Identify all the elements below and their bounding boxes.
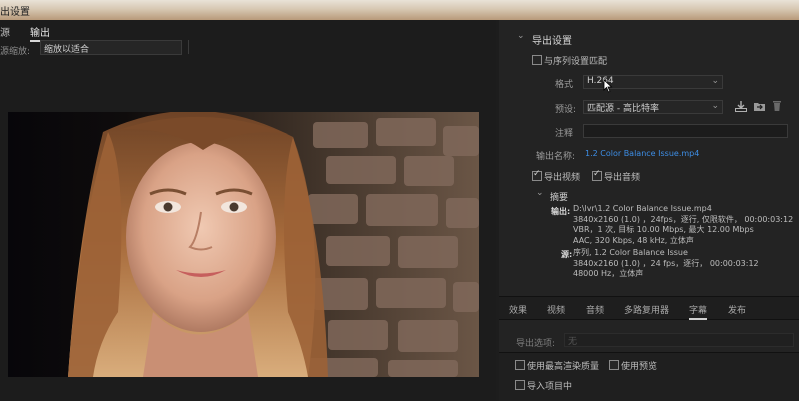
tab-publish[interactable]: 发布 [728,303,746,316]
settings-tabs-bar: 效果 视频 音频 多路复用器 字幕 发布 [499,296,799,320]
tab-source[interactable]: 源 [0,24,10,39]
format-label: 格式 [555,80,574,90]
summary-source-line: 3840x2160 (1.0) ，24 fps，逐行， 00:00:03:12 [573,258,759,268]
preset-value: 匹配源 - 高比特率 [587,104,659,114]
summary-title: 摘要 [550,193,569,203]
tab-effects[interactable]: 效果 [509,303,527,316]
summary-chevron-icon[interactable]: ⌄ [536,188,544,198]
preview-frame-image [8,112,479,377]
chevron-down-icon: ⌄ [44,42,52,52]
source-scaling-label: 源缩放: [0,47,31,57]
summary-source-line: 48000 Hz，立体声 [573,269,644,278]
summary-output-line: AAC, 320 Kbps, 48 kHz, 立体声 [573,235,694,245]
summary-output-line: VBR，1 次, 目标 10.00 Mbps, 最大 12.00 Mbps [573,225,754,234]
import-into-project-label: 导入项目中 [527,382,573,392]
summary-output-block: D:\lvr\1.2 Color Balance Issue.mp4 3840x… [573,204,793,246]
source-scaling-dropdown[interactable]: 缩放以适合 ⌄ [40,40,182,55]
comment-input[interactable] [583,124,788,138]
output-name-label: 输出名称: [536,152,576,162]
chevron-down-icon: ⌄ [711,101,719,111]
export-options-value: 无 [568,337,578,347]
export-options-dropdown[interactable]: 无 [564,333,794,347]
preset-dropdown[interactable]: 匹配源 - 高比特率 ⌄ [583,100,723,114]
left-panel: 源 输出 源缩放: 缩放以适合 ⌄ [0,20,496,400]
preset-label: 预设: [555,105,577,115]
tab-video[interactable]: 视频 [547,303,565,316]
output-name-link[interactable]: 1.2 Color Balance Issue.mp4 [585,149,699,158]
use-previews-label: 使用预览 [621,362,658,372]
export-audio-checkbox[interactable] [592,169,602,181]
export-audio-label: 导出音频 [604,173,641,183]
toolbar-divider [188,40,189,54]
comment-label: 注释 [555,129,574,139]
export-video-checkbox[interactable] [532,169,542,181]
summary-source-label: 源: [561,250,573,259]
match-sequence-label: 与序列设置匹配 [544,57,608,67]
summary-output-line: 3840x2160 (1.0) ，24fps，逐行, 仅限软件， 00:00:0… [573,214,794,224]
summary-source-line: 序列, 1.2 Color Balance Issue [573,248,688,257]
save-preset-icon[interactable] [735,101,747,112]
video-preview [8,112,479,377]
import-into-project-checkbox[interactable] [515,380,525,390]
use-previews-checkbox[interactable] [609,360,619,370]
window-title-bar: 出设置 [0,0,799,20]
delete-preset-icon[interactable] [772,100,782,112]
import-preset-icon[interactable] [753,101,766,112]
render-options-panel: 使用最高渲染质量 使用预览 导入项目中 [499,352,799,401]
export-options-label: 导出选项: [516,339,556,349]
chevron-down-icon: ⌄ [711,76,719,86]
tab-audio[interactable]: 音频 [586,303,604,316]
tab-captions[interactable]: 字幕 [689,303,708,320]
summary-output-line: D:\lvr\1.2 Color Balance Issue.mp4 [573,204,712,213]
match-sequence-checkbox[interactable] [532,55,542,65]
tab-multiplexer[interactable]: 多路复用器 [624,303,669,316]
summary-output-label: 输出: [551,207,571,216]
window-title: 出设置 [0,7,30,18]
summary-source-block: 序列, 1.2 Color Balance Issue 3840x2160 (1… [573,248,759,280]
mouse-cursor-icon [603,79,613,93]
export-video-label: 导出视频 [544,173,581,183]
chevron-down-icon[interactable]: ⌄ [517,31,525,41]
export-settings-title: 导出设置 [532,36,572,47]
max-render-quality-checkbox[interactable] [515,360,525,370]
max-render-quality-label: 使用最高渲染质量 [527,362,600,372]
